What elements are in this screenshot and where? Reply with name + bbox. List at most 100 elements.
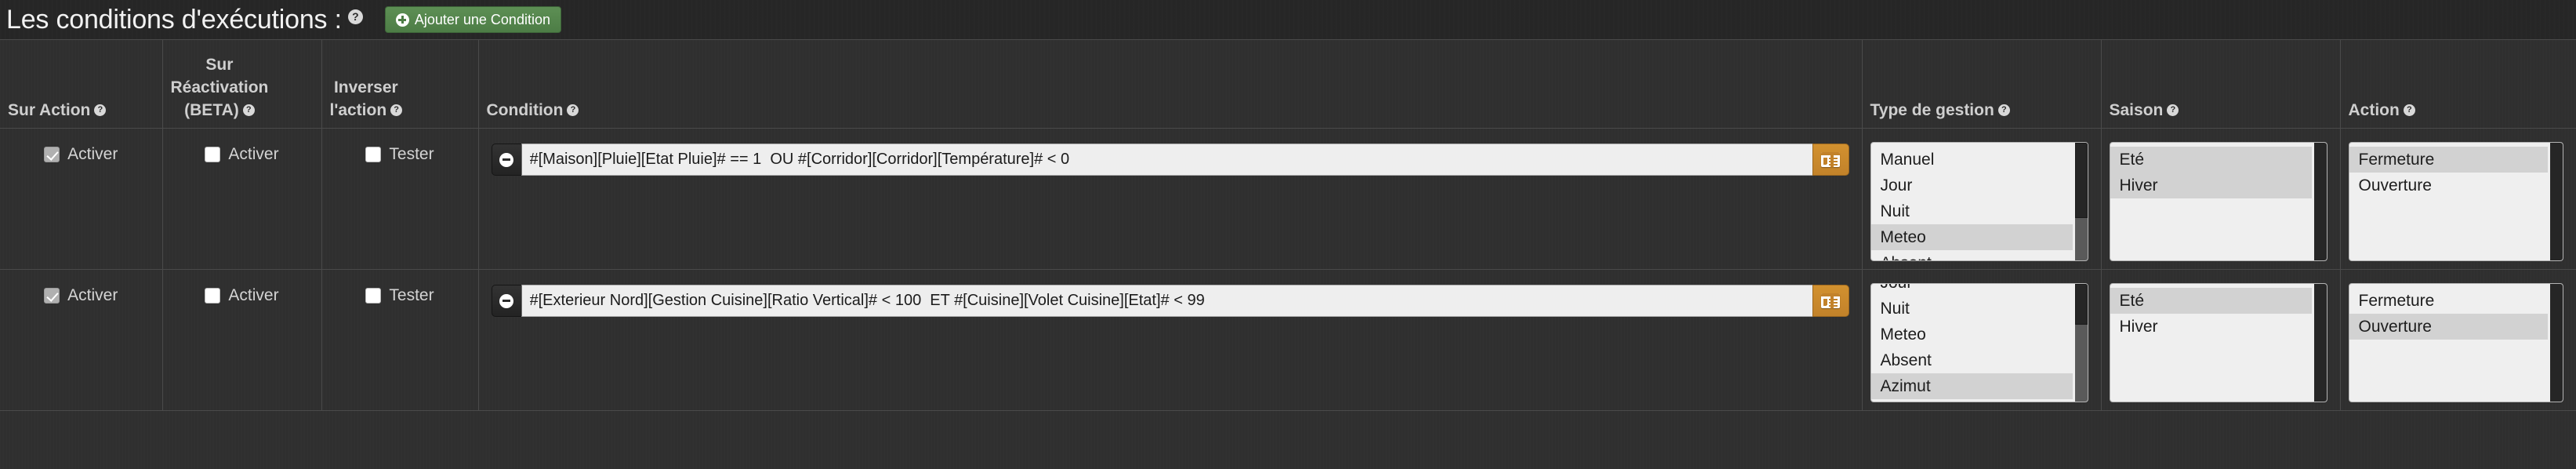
- column-header-condition-label: Condition: [486, 101, 564, 119]
- column-header-saison: Saison?: [2101, 39, 2341, 129]
- column-header-inverser-line1: Inverser: [333, 78, 398, 96]
- column-header-type-gestion: Type de gestion?: [1862, 39, 2102, 129]
- listbox-type-gestion[interactable]: Manuel Jour Nuit Meteo Absent: [1870, 142, 2088, 261]
- condition-input[interactable]: [521, 285, 1812, 317]
- help-icon[interactable]: ?: [94, 104, 107, 116]
- checkbox-sur-reactivation[interactable]: [205, 288, 221, 304]
- list-item-selected[interactable]: Meteo: [1870, 224, 2073, 250]
- list-item[interactable]: Nuit: [1871, 198, 2073, 224]
- cell-sur-action: Activer: [0, 269, 163, 411]
- minus-circle-icon: [499, 293, 513, 308]
- checkbox-inverser-action[interactable]: [365, 288, 382, 304]
- list-item[interactable]: Ouverture: [2349, 173, 2548, 198]
- plus-circle-icon: [395, 13, 409, 27]
- cell-sur-reactivation: Activer: [162, 128, 322, 270]
- list-item[interactable]: Fermeture: [2349, 288, 2548, 314]
- table-body: Activer Activer Tester #[Maison][Pluie][…: [0, 128, 2576, 411]
- cell-condition: [478, 269, 1863, 411]
- help-icon[interactable]: ?: [242, 104, 255, 116]
- list-item-selected[interactable]: Ouverture: [2349, 314, 2548, 340]
- table-row: Activer Activer Tester: [0, 269, 2576, 411]
- checkbox-sur-reactivation[interactable]: [205, 147, 221, 162]
- checkbox-sur-action-label: Activer: [67, 286, 118, 304]
- column-header-sur-action-label: Sur Action: [8, 101, 91, 119]
- checkbox-sur-reactivation-label: Activer: [228, 145, 279, 163]
- column-header-sur-reactivation: Sur Réactivation (BETA)?: [162, 39, 322, 129]
- help-icon[interactable]: ?: [347, 9, 363, 24]
- table-header-row: Sur Action? Sur Réactivation (BETA)? Inver…: [0, 39, 2576, 129]
- list-icon: [1821, 152, 1840, 167]
- conditions-table: Sur Action? Sur Réactivation (BETA)? Inver…: [0, 39, 2576, 411]
- checkbox-inverser-action-label: Tester: [389, 145, 434, 163]
- cell-saison: Eté Hiver: [2101, 269, 2341, 411]
- column-header-condition: Condition?: [478, 39, 1863, 129]
- checkbox-sur-action-label: Activer: [67, 145, 118, 163]
- column-header-action: Action?: [2340, 39, 2576, 129]
- cell-type-gestion: Jour Nuit Meteo Absent Azimut: [1862, 269, 2102, 411]
- checkbox-inverser-action[interactable]: [365, 147, 382, 162]
- listbox-scrollbar[interactable]: [2549, 284, 2563, 402]
- listbox-scrollbar[interactable]: [2549, 143, 2563, 260]
- listbox-scrollbar[interactable]: [2074, 284, 2088, 402]
- list-item[interactable]: Nuit: [1871, 296, 2073, 322]
- condition-picker-button[interactable]: [1812, 144, 1849, 176]
- remove-condition-button[interactable]: [491, 144, 521, 176]
- help-icon[interactable]: ?: [2403, 104, 2415, 116]
- column-header-inverser-line2: l'action: [329, 101, 387, 119]
- list-item[interactable]: Manuel: [1871, 147, 2073, 173]
- cell-sur-reactivation: Activer: [162, 269, 322, 411]
- listbox-scrollbar[interactable]: [2074, 143, 2088, 260]
- list-item-selected[interactable]: Eté: [2110, 147, 2312, 173]
- condition-input[interactable]: [521, 144, 1812, 176]
- checkbox-inverser-action-label: Tester: [389, 286, 434, 304]
- cell-action: Fermeture Ouverture: [2340, 269, 2576, 411]
- list-item[interactable]: Jour: [1871, 173, 2073, 198]
- checkbox-sur-action[interactable]: [44, 147, 60, 162]
- listbox-scrollbar[interactable]: [2313, 284, 2327, 402]
- condition-picker-button[interactable]: [1812, 285, 1849, 317]
- list-item-selected[interactable]: Eté: [2110, 288, 2312, 314]
- column-header-sur-action: Sur Action?: [0, 39, 163, 129]
- column-header-action-label: Action: [2348, 101, 2400, 119]
- cell-sur-action: Activer: [0, 128, 163, 270]
- cell-action: Fermeture Ouverture: [2340, 128, 2576, 270]
- help-icon[interactable]: ?: [1997, 104, 2010, 116]
- page-title-text: Les conditions d'exécutions :: [6, 5, 342, 35]
- checkbox-sur-reactivation-label: Activer: [228, 286, 279, 304]
- cell-inverser-action: Tester: [321, 269, 479, 411]
- list-icon: [1821, 293, 1840, 308]
- page-header: Les conditions d'exécutions :? Ajouter u…: [0, 0, 2576, 39]
- help-icon[interactable]: ?: [390, 104, 403, 116]
- column-header-inverser-action: Inverser l'action?: [321, 39, 479, 129]
- listbox-action[interactable]: Fermeture Ouverture: [2348, 283, 2563, 402]
- listbox-action[interactable]: Fermeture Ouverture: [2348, 142, 2563, 261]
- help-icon[interactable]: ?: [2167, 104, 2179, 116]
- list-item-selected[interactable]: Azimut: [1870, 373, 2073, 399]
- cell-type-gestion: Manuel Jour Nuit Meteo Absent: [1862, 128, 2102, 270]
- cell-inverser-action: Tester: [321, 128, 479, 270]
- list-item[interactable]: Meteo: [1871, 322, 2073, 347]
- add-condition-button[interactable]: Ajouter une Condition: [384, 6, 561, 33]
- table-header: Sur Action? Sur Réactivation (BETA)? Inver…: [0, 39, 2576, 129]
- table-row: Activer Activer Tester: [0, 128, 2576, 270]
- checkbox-sur-action[interactable]: [44, 288, 60, 304]
- column-header-type-gestion-label: Type de gestion: [1870, 101, 1994, 119]
- listbox-type-gestion[interactable]: Jour Nuit Meteo Absent Azimut: [1870, 283, 2088, 402]
- column-header-sur-reactivation-line3: (BETA): [184, 101, 239, 119]
- remove-condition-button[interactable]: [491, 285, 521, 317]
- listbox-saison[interactable]: Eté Hiver: [2109, 283, 2327, 402]
- list-item[interactable]: Absent: [1871, 250, 2073, 260]
- column-header-sur-reactivation-line1: Sur: [205, 56, 234, 74]
- help-icon[interactable]: ?: [567, 104, 579, 116]
- list-item[interactable]: Jour: [1871, 284, 2073, 296]
- listbox-scrollbar[interactable]: [2313, 143, 2327, 260]
- column-header-sur-reactivation-line2: Réactivation: [170, 78, 269, 96]
- page-title: Les conditions d'exécutions :?: [6, 4, 363, 35]
- cell-saison: Eté Hiver: [2101, 128, 2341, 270]
- listbox-saison[interactable]: Eté Hiver: [2109, 142, 2327, 261]
- column-header-saison-label: Saison: [2109, 101, 2164, 119]
- list-item[interactable]: Absent: [1871, 347, 2073, 373]
- list-item[interactable]: Hiver: [2110, 314, 2312, 340]
- list-item-selected[interactable]: Hiver: [2110, 173, 2312, 198]
- list-item-selected[interactable]: Fermeture: [2349, 147, 2548, 173]
